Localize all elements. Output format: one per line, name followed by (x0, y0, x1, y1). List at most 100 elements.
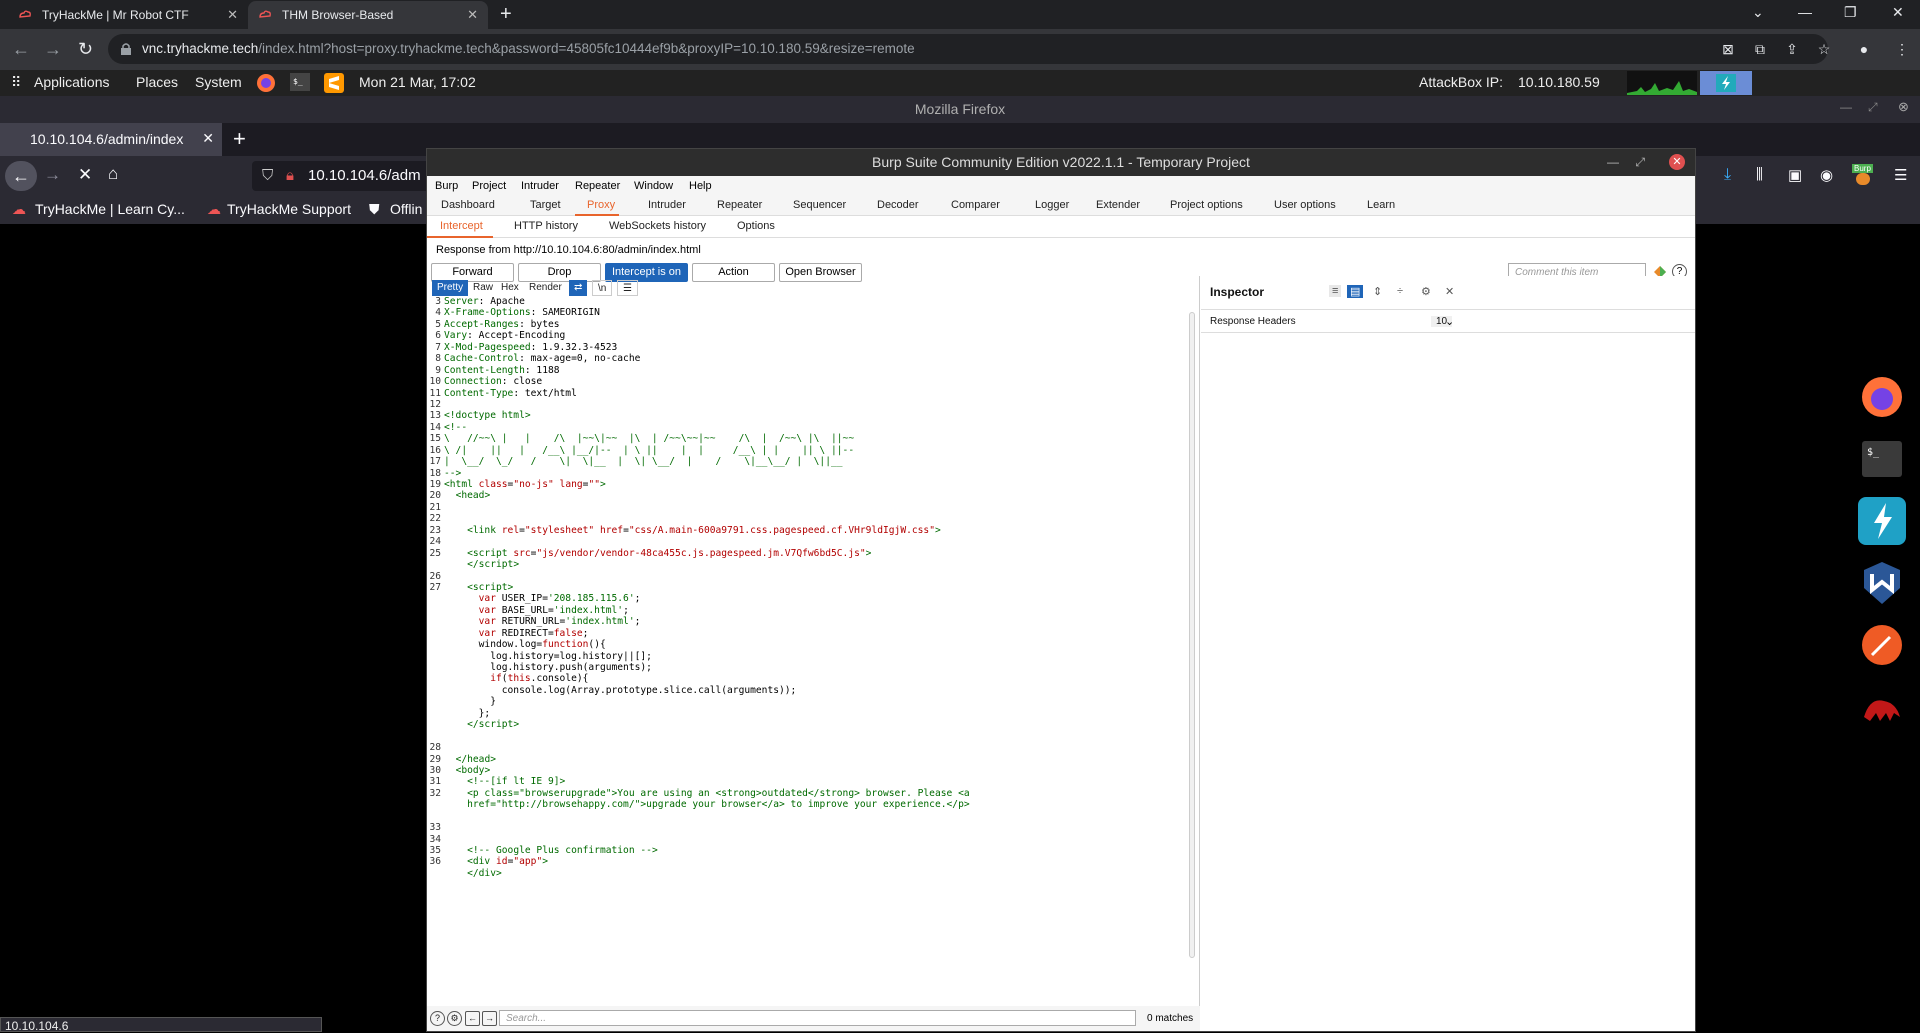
tab-sequencer[interactable]: Sequencer (793, 199, 846, 211)
browser-tab-mr-robot[interactable]: TryHackMe | Mr Robot CTF ✕ (8, 1, 248, 29)
ff-restore-icon[interactable]: ⤢ (1868, 100, 1878, 115)
sublime-launcher-icon[interactable] (324, 73, 344, 93)
tab-learn[interactable]: Learn (1367, 199, 1395, 211)
previous-match-icon[interactable]: ← (465, 1011, 480, 1026)
burp-minimize-icon[interactable]: — (1607, 149, 1619, 176)
menu-burp[interactable]: Burp (435, 180, 458, 192)
close-window-icon[interactable]: ✕ (1892, 4, 1904, 21)
editor-menu-icon[interactable]: ☰ (617, 280, 638, 296)
back-icon[interactable]: ← (12, 39, 30, 60)
bookmark-star-icon[interactable]: ☆ (1816, 41, 1832, 57)
editor-scrollbar[interactable] (1189, 312, 1195, 958)
ff-close-tab-icon[interactable]: ✕ (202, 130, 214, 147)
applications-menu[interactable]: Applications (34, 74, 110, 90)
list-view-icon[interactable]: ≡ (1329, 285, 1342, 297)
forward-icon[interactable]: → (44, 39, 62, 60)
collapse-all-icon[interactable]: ÷ (1397, 285, 1403, 297)
ff-forward-icon[interactable]: → (44, 165, 61, 185)
ff-minimize-icon[interactable]: — (1840, 100, 1852, 114)
menu-intruder[interactable]: Intruder (521, 180, 559, 192)
profile-icon[interactable]: ● (1856, 41, 1872, 57)
wrap-lines-icon[interactable]: ⇄ (569, 280, 588, 296)
tab-intruder[interactable]: Intruder (648, 199, 686, 211)
subtab-websockets-history[interactable]: WebSockets history (609, 220, 706, 232)
minimize-icon[interactable]: — (1798, 4, 1812, 20)
subtab-http-history[interactable]: HTTP history (514, 220, 578, 232)
inspector-settings-icon[interactable]: ⚙ (1421, 285, 1431, 298)
ff-new-tab-button[interactable]: + (233, 126, 246, 152)
menu-icon[interactable]: ⋮ (1894, 41, 1910, 57)
ff-close-icon[interactable]: ⊗ (1898, 99, 1909, 115)
tab-user-options[interactable]: User options (1274, 199, 1336, 211)
translate-icon[interactable]: ⧉ (1752, 41, 1768, 57)
places-menu[interactable]: Places (136, 74, 178, 90)
tab-logger[interactable]: Logger (1035, 199, 1069, 211)
close-tab-icon[interactable]: ✕ (467, 7, 478, 23)
burp-dock-icon[interactable] (1858, 497, 1906, 545)
browser-tab-thm[interactable]: THM Browser-Based ✕ (248, 1, 488, 29)
tab-target[interactable]: Target (530, 199, 561, 211)
system-menu[interactable]: System (195, 74, 242, 90)
burp-close-icon[interactable]: ✕ (1669, 154, 1685, 170)
postman-dock-icon[interactable] (1860, 623, 1904, 667)
bookmark-offline[interactable]: Offlin (390, 201, 422, 217)
inspector-close-icon[interactable]: ✕ (1445, 285, 1454, 298)
apps-grid-icon[interactable]: ⠿ (11, 74, 21, 91)
blocked-popup-icon[interactable]: ⊠ (1720, 41, 1736, 57)
burp-taskbar-icon[interactable] (1700, 71, 1752, 95)
share-icon[interactable]: ⇪ (1784, 41, 1800, 57)
subtab-intercept[interactable]: Intercept (440, 220, 483, 232)
library-icon[interactable]: ⫼ (1756, 166, 1763, 183)
new-tab-button[interactable]: + (500, 3, 512, 26)
close-tab-icon[interactable]: ✕ (227, 7, 238, 23)
foxyproxy-icon[interactable]: Burp (1852, 164, 1874, 186)
tab-search-icon[interactable]: ⌄ (1752, 4, 1764, 21)
ff-home-icon[interactable]: ⌂ (108, 164, 118, 184)
panel-view-icon[interactable]: ▤ (1347, 285, 1364, 298)
menu-help[interactable]: Help (689, 180, 712, 192)
view-hex[interactable]: Hex (496, 280, 524, 296)
tab-comparer[interactable]: Comparer (951, 199, 1000, 211)
kali-dragon-dock-icon[interactable] (1860, 687, 1904, 731)
menu-project[interactable]: Project (472, 180, 506, 192)
response-headers-section[interactable]: Response Headers 10 ⌄ (1201, 309, 1695, 333)
downloads-icon[interactable]: ⤓ (1724, 166, 1731, 184)
firefox-tab-admin[interactable]: 10.10.104.6/admin/index ✕ (0, 123, 222, 156)
view-raw[interactable]: Raw (468, 280, 498, 296)
menu-window[interactable]: Window (634, 180, 673, 192)
address-bar[interactable]: vnc.tryhackme.tech/index.html?host=proxy… (108, 34, 1828, 64)
firefox-dock-icon[interactable] (1860, 375, 1904, 419)
terminal-launcher-icon[interactable]: $_ (290, 73, 310, 93)
chevron-down-icon[interactable]: ⌄ (1445, 315, 1454, 328)
response-code[interactable]: 3 Server: Apache 4 X-Frame-Options: SAMEORI… (427, 296, 1187, 978)
expand-all-icon[interactable]: ⇕ (1373, 285, 1382, 298)
ff-menu-icon[interactable]: ☰ (1894, 166, 1907, 184)
subtab-options[interactable]: Options (737, 220, 775, 232)
shield-icon[interactable]: ⛉ (262, 167, 273, 184)
reload-icon[interactable]: ↻ (78, 39, 93, 60)
tab-proxy[interactable]: Proxy (587, 199, 615, 211)
view-pretty[interactable]: Pretty (432, 280, 469, 296)
metasploit-dock-icon[interactable] (1860, 560, 1904, 604)
menu-repeater[interactable]: Repeater (575, 180, 620, 192)
next-match-icon[interactable]: → (482, 1011, 497, 1026)
restore-icon[interactable]: ❐ (1844, 4, 1857, 21)
account-icon[interactable]: ◉ (1820, 166, 1833, 184)
tab-decoder[interactable]: Decoder (877, 199, 919, 211)
help-icon[interactable]: ? (430, 1011, 445, 1026)
tab-dashboard[interactable]: Dashboard (441, 199, 495, 211)
ff-stop-icon[interactable]: ✕ (78, 165, 92, 185)
view-render[interactable]: Render (524, 280, 567, 296)
burp-maximize-icon[interactable]: ⤢ (1635, 149, 1645, 176)
sidebar-icon[interactable]: ▣ (1788, 166, 1802, 184)
settings-gear-icon[interactable]: ⚙ (447, 1011, 462, 1026)
ff-back-icon[interactable]: ← (5, 161, 37, 191)
terminal-dock-icon[interactable]: $_ (1860, 437, 1904, 481)
show-newlines-toggle[interactable]: \n (592, 280, 613, 296)
bookmark-support[interactable]: TryHackMe Support (227, 201, 351, 217)
insecure-lock-icon[interactable]: 🔒︎ (286, 167, 294, 184)
search-input[interactable]: Search... (499, 1010, 1136, 1026)
tab-repeater[interactable]: Repeater (717, 199, 762, 211)
bookmark-tryhackme[interactable]: TryHackMe | Learn Cy... (35, 201, 185, 217)
tab-project-options[interactable]: Project options (1170, 199, 1243, 211)
